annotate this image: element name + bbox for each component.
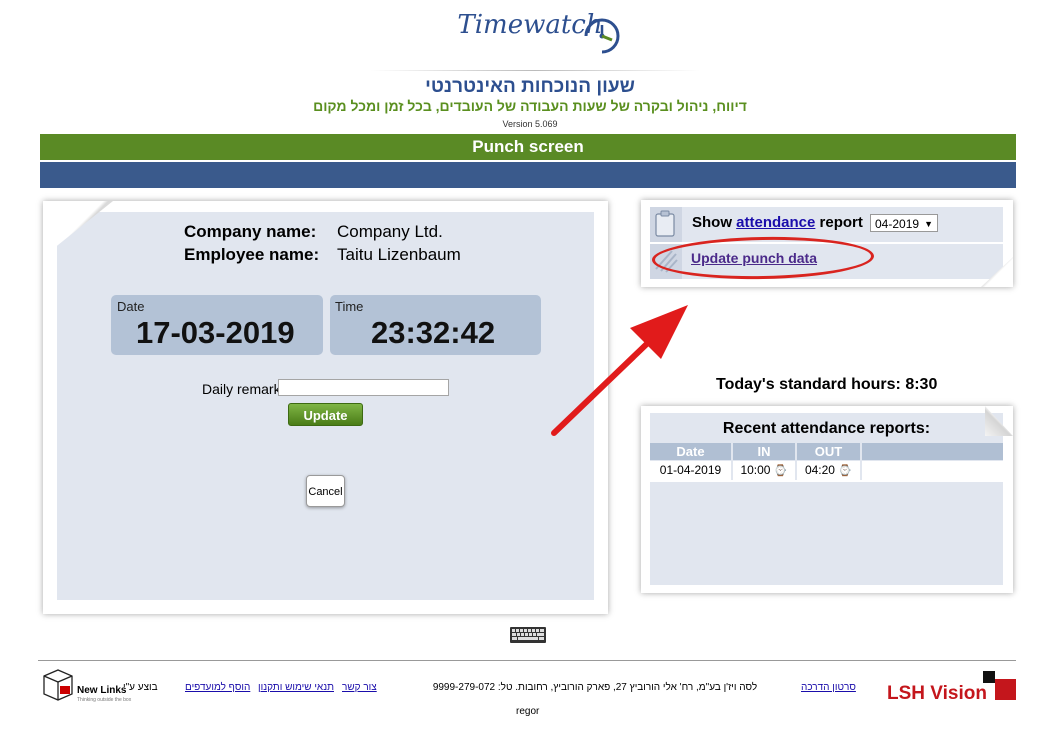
logo-divider — [370, 70, 700, 71]
recent-reports-body — [650, 413, 1003, 585]
terms-link[interactable]: תנאי שימוש ותקנון — [258, 682, 334, 693]
app-title-hebrew: שעון הנוכחות האינטרנטי — [425, 76, 635, 97]
time-label: Time — [335, 299, 364, 314]
lsh-logo-square-red — [995, 679, 1016, 700]
page-title: Punch screen — [40, 134, 1016, 160]
employee-label: Employee name: — [184, 245, 320, 264]
lsh-vision-logo: LSH Vision — [887, 683, 987, 705]
executed-by-label: בוצע ע"י — [123, 682, 158, 693]
col-header-out: OUT — [797, 443, 860, 460]
attendance-link[interactable]: attendance — [736, 214, 815, 231]
lsh-logo-square-dark — [983, 671, 995, 683]
row-date: 01-04-2019 — [650, 461, 731, 480]
dropdown-arrow-icon: ▼ — [924, 219, 933, 229]
col-header-date: Date — [650, 443, 731, 460]
row-divider — [650, 480, 1003, 482]
nav-bar — [40, 162, 1016, 188]
show-label: Show — [692, 214, 732, 231]
show-report-row: Show attendance report — [692, 214, 863, 231]
col-header-empty — [862, 443, 1003, 460]
company-label: Company name: — [184, 222, 317, 241]
month-select[interactable]: 04-2019 ▼ — [870, 214, 938, 232]
col-header-in: IN — [733, 443, 795, 460]
row-in-value: 10:00 — [740, 463, 771, 477]
add-favorites-link[interactable]: הוסף למועדפים — [185, 682, 250, 693]
row-out-value: 04:20 — [804, 463, 835, 477]
date-value: 17-03-2019 — [136, 315, 295, 350]
current-user: regor — [516, 706, 540, 717]
lsh-vision-text: LSH Vision — [887, 683, 987, 704]
row-out: 04:20 ⌚ — [797, 461, 860, 480]
daily-remark-label: Daily remark — [202, 381, 281, 397]
report-label: report — [819, 214, 863, 231]
company-address: לסה ויז'ן בע"מ, רח' אלי הורוביץ 27, פארק… — [432, 682, 758, 693]
recent-reports-title: Recent attendance reports: — [722, 420, 931, 437]
clock-icon[interactable]: ⌚ — [838, 465, 852, 477]
newlinks-name: New Links — [77, 685, 127, 696]
tutorial-video-link[interactable]: סרטון הדרכה — [801, 682, 856, 693]
standard-hours: Today's standard hours: 8:30 — [716, 376, 938, 393]
footer-divider — [38, 660, 1016, 661]
timewatch-logo: Timewatch — [0, 10, 1060, 40]
company-value: Company Ltd. — [337, 222, 443, 241]
version-label: Version 5.069 — [502, 119, 558, 129]
contact-link[interactable]: צור קשר — [342, 682, 377, 693]
newlinks-tagline: Thinking outside the box — [77, 697, 132, 703]
clock-logo-icon — [584, 18, 620, 54]
app-subtitle-hebrew: דיווח, ניהול ובקרה של שעות העבודה של העו… — [313, 98, 747, 114]
employee-value: Taitu Lizenbaum — [337, 245, 461, 264]
date-label: Date — [117, 299, 145, 314]
row-empty-cell — [862, 461, 1003, 480]
clock-icon[interactable]: ⌚ — [774, 465, 788, 477]
daily-remark-input[interactable] — [278, 379, 449, 396]
time-value: 23:32:42 — [371, 315, 496, 350]
row-in: 10:00 ⌚ — [733, 461, 795, 480]
cancel-button[interactable]: Cancel — [306, 475, 345, 507]
month-select-value: 04-2019 — [875, 217, 920, 231]
update-button[interactable]: Update — [288, 403, 363, 426]
keyboard-icon[interactable] — [510, 627, 546, 643]
clipboard-icon — [655, 210, 675, 237]
newlinks-logo-icon — [43, 669, 73, 701]
